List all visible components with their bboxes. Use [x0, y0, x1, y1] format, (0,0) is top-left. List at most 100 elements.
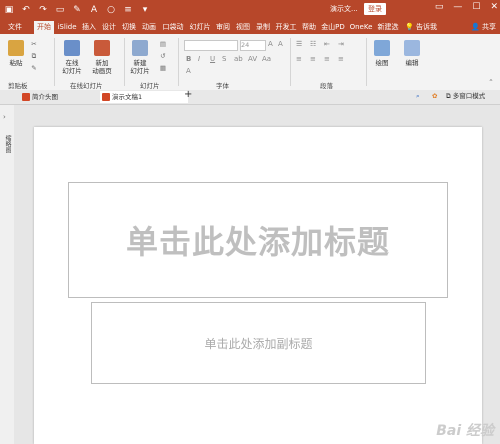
- subtitle-placeholder[interactable]: 单击此处添加副标题: [91, 302, 426, 384]
- shadow-button[interactable]: S: [222, 55, 226, 63]
- new-animation-button[interactable]: 新加 动画页: [88, 59, 116, 75]
- bullets-icon[interactable]: ☰: [296, 40, 302, 48]
- tab-record[interactable]: 录制: [254, 21, 272, 34]
- justify-icon[interactable]: ≡: [338, 55, 344, 63]
- drawing-icon[interactable]: [374, 40, 390, 56]
- ribbon-options-icon[interactable]: ▭: [435, 2, 444, 12]
- editing-button[interactable]: 编辑: [400, 59, 424, 67]
- tab-slideshow[interactable]: 幻灯片: [188, 21, 212, 34]
- grow-font-icon[interactable]: A: [268, 40, 273, 48]
- tell-me-search[interactable]: 💡 告诉我: [405, 21, 437, 34]
- share-button[interactable]: 👤 共享: [471, 21, 496, 34]
- tab-insert[interactable]: 插入: [80, 21, 98, 34]
- undo-icon[interactable]: ↶: [21, 3, 31, 17]
- change-case-button[interactable]: Aa: [262, 55, 271, 63]
- italic-button[interactable]: I: [198, 55, 200, 63]
- title-placeholder-text: 单击此处添加标题: [125, 223, 390, 261]
- online-slides-icon[interactable]: [64, 40, 80, 56]
- font-size-dropdown[interactable]: 24: [240, 40, 266, 51]
- text-icon[interactable]: A: [89, 3, 99, 17]
- bold-button[interactable]: B: [186, 55, 191, 63]
- tab-animations[interactable]: 动画: [140, 21, 158, 34]
- drawing-button[interactable]: 绘图: [370, 59, 394, 67]
- clipboard-group-label: 剪贴板: [8, 82, 28, 90]
- redo-icon[interactable]: ↷: [38, 3, 48, 17]
- tab-kingsoft-pdf[interactable]: 金山PD: [320, 21, 346, 34]
- minimize-icon[interactable]: —: [453, 2, 462, 12]
- paste-button[interactable]: 粘贴: [6, 59, 26, 67]
- save-icon[interactable]: ▣: [4, 3, 14, 17]
- new-slide-button[interactable]: 新建 幻灯片: [126, 59, 154, 75]
- slides-group-label: 幻灯片: [140, 82, 160, 90]
- thumbnail-panel[interactable]: › 缩略图: [0, 105, 15, 444]
- person-icon: 👤: [471, 23, 480, 31]
- ribbon-home: 粘贴 ✂ ⧉ ✎ 剪贴板 在线 幻灯片 新加 动画页 在线幻灯片 新建 幻灯片 …: [0, 34, 500, 91]
- online-slides-group-label: 在线幻灯片: [70, 82, 103, 90]
- tab-onekey[interactable]: OneKe: [348, 21, 374, 34]
- align-center-icon[interactable]: ≡: [310, 55, 316, 63]
- new-slide-icon[interactable]: [132, 40, 148, 56]
- settings-icon[interactable]: ✿: [432, 92, 437, 100]
- document-title: 演示文...: [330, 5, 358, 13]
- section-icon[interactable]: ▦: [158, 64, 168, 72]
- tab-design[interactable]: 设计: [100, 21, 118, 34]
- multi-window-label: 多窗口模式: [452, 92, 486, 100]
- numbering-icon[interactable]: ☷: [310, 40, 316, 48]
- collapse-ribbon-icon[interactable]: ⌃: [486, 78, 496, 86]
- underline-button[interactable]: U: [210, 55, 215, 63]
- tab-help[interactable]: 帮助: [300, 21, 318, 34]
- copy-icon[interactable]: ⧉: [30, 52, 38, 60]
- align-right-icon[interactable]: ≡: [324, 55, 330, 63]
- window-controls: ▭ — ☐ ✕: [435, 2, 498, 12]
- spacing-button[interactable]: AV: [248, 55, 257, 63]
- search-icon[interactable]: ⌕: [416, 92, 420, 100]
- tab-view[interactable]: 视图: [234, 21, 252, 34]
- font-color-button[interactable]: A: [186, 67, 191, 75]
- tell-me-label: 告诉我: [415, 23, 437, 31]
- tab-pocket-animation[interactable]: 口袋动: [161, 21, 185, 34]
- close-icon[interactable]: ✕: [490, 2, 498, 12]
- separator: [54, 38, 55, 86]
- separator: [290, 38, 291, 86]
- indent-increase-icon[interactable]: ⇥: [338, 40, 344, 48]
- tab-transitions[interactable]: 切换: [120, 21, 138, 34]
- lightbulb-icon: 💡: [405, 23, 414, 31]
- align-icon[interactable]: ≡: [123, 3, 133, 17]
- present-icon[interactable]: ▭: [55, 3, 65, 17]
- tab-review[interactable]: 审阅: [214, 21, 232, 34]
- doc-tab-intro-label: 简介头图: [32, 93, 58, 101]
- cut-icon[interactable]: ✂: [30, 40, 38, 48]
- align-left-icon[interactable]: ≡: [296, 55, 302, 63]
- format-painter-button[interactable]: ✎: [30, 64, 38, 72]
- share-label: 共享: [482, 23, 496, 31]
- shape-icon[interactable]: ○: [106, 3, 116, 17]
- doc-tab-intro[interactable]: 简介头图: [20, 91, 102, 103]
- shrink-font-icon[interactable]: A: [278, 40, 283, 48]
- tab-islide[interactable]: iSlide: [56, 21, 78, 34]
- watermark-logo: Bai 经验: [436, 423, 494, 439]
- strikethrough-button[interactable]: ab: [234, 55, 243, 63]
- expand-arrow-icon[interactable]: ›: [3, 113, 6, 121]
- tab-developer[interactable]: 开发工: [274, 21, 298, 34]
- format-painter-icon[interactable]: ✎: [72, 3, 82, 17]
- add-tab-button[interactable]: +: [184, 90, 192, 100]
- title-placeholder[interactable]: 单击此处添加标题: [68, 182, 448, 298]
- login-button[interactable]: 登录: [364, 3, 386, 15]
- tab-new-selection[interactable]: 新建选: [376, 21, 400, 34]
- powerpoint-icon: [102, 93, 110, 101]
- tab-file[interactable]: 文件: [6, 21, 24, 34]
- editing-icon[interactable]: [404, 40, 420, 56]
- reset-icon[interactable]: ↺: [158, 52, 168, 60]
- more-icon[interactable]: ▾: [140, 3, 150, 17]
- tab-home[interactable]: 开始: [34, 21, 54, 34]
- doc-tab-presentation1[interactable]: 演示文稿1: [100, 91, 188, 103]
- paste-icon[interactable]: [8, 40, 24, 56]
- maximize-icon[interactable]: ☐: [472, 2, 480, 12]
- multi-window-mode-button[interactable]: ⧉ 多窗口模式: [446, 92, 498, 100]
- font-name-dropdown[interactable]: [184, 40, 238, 51]
- indent-decrease-icon[interactable]: ⇤: [324, 40, 330, 48]
- new-animation-icon[interactable]: [94, 40, 110, 56]
- powerpoint-icon: [22, 93, 30, 101]
- online-slides-button[interactable]: 在线 幻灯片: [58, 59, 86, 75]
- layout-icon[interactable]: ▤: [158, 40, 168, 48]
